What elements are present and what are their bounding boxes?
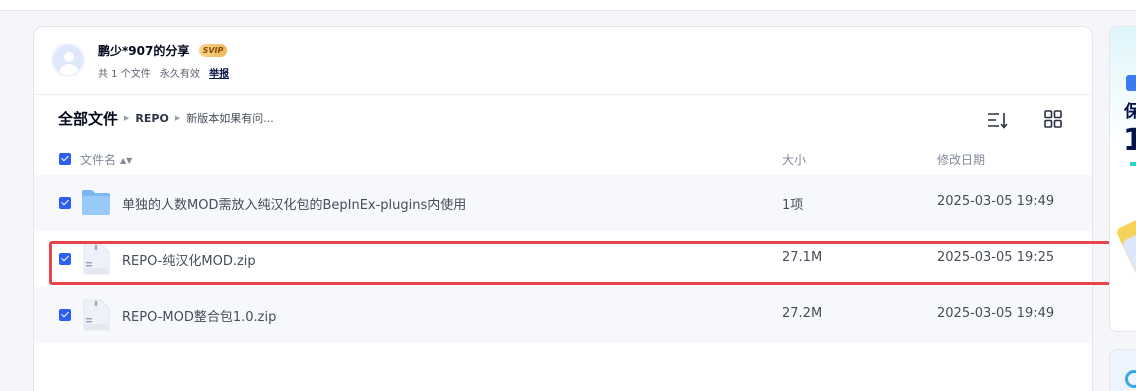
sharer-header: 鹏少*907的分享 SVIP 共 1 个文件 永久有效 举报 bbox=[34, 27, 1092, 95]
report-link[interactable]: 举报 bbox=[209, 69, 229, 80]
zip-file-icon bbox=[83, 299, 110, 331]
file-date: 2025-03-05 19:49 bbox=[937, 306, 1055, 321]
ring-icon bbox=[1125, 370, 1136, 388]
sort-icon[interactable] bbox=[987, 111, 1009, 129]
table-row[interactable]: 单独的人数MOD需放入纯汉化包的BepInEx-plugins内使用 1项 20… bbox=[34, 175, 1092, 231]
breadcrumb-item-repo[interactable]: REPO bbox=[135, 112, 168, 125]
row-checkbox[interactable] bbox=[59, 309, 71, 321]
sharer-name: 鹏少*907的分享 bbox=[98, 44, 190, 58]
column-header-date: 修改日期 bbox=[937, 153, 986, 167]
breadcrumb-separator-icon: ▶ bbox=[124, 114, 130, 122]
shield-icon bbox=[1126, 75, 1136, 91]
table-header: 文件名 ▲▼ 大小 修改日期 bbox=[34, 145, 1092, 173]
row-checkbox[interactable] bbox=[59, 197, 71, 209]
top-bar bbox=[0, 0, 1136, 11]
side-promo-text-a: 保 bbox=[1124, 97, 1136, 122]
file-size: 1项 bbox=[782, 198, 804, 213]
breadcrumb-item-current[interactable]: 新版本如果有问... bbox=[186, 110, 274, 126]
side-promo-card[interactable]: 保 1 bbox=[1109, 26, 1136, 332]
breadcrumb-separator-icon: ▶ bbox=[174, 114, 181, 122]
select-all-checkbox[interactable] bbox=[59, 153, 71, 165]
file-size: 27.2M bbox=[782, 306, 823, 321]
side-promo-text-b: 1 bbox=[1123, 123, 1136, 158]
table-row[interactable]: REPO-MOD整合包1.0.zip 27.2M 2025-03-05 19:4… bbox=[34, 287, 1092, 343]
highlight-annotation-box bbox=[49, 241, 1115, 285]
share-meta: 共 1 个文件 永久有效 举报 bbox=[98, 65, 235, 80]
file-name[interactable]: REPO-MOD整合包1.0.zip bbox=[122, 306, 276, 325]
folder-icon bbox=[82, 190, 110, 215]
share-card: 鹏少*907的分享 SVIP 共 1 个文件 永久有效 举报 全部文件 ▶ RE… bbox=[33, 26, 1093, 391]
column-header-size: 大小 bbox=[782, 153, 807, 167]
grid-view-icon[interactable] bbox=[1043, 109, 1063, 129]
sort-caret-icon[interactable]: ▲▼ bbox=[120, 156, 132, 165]
avatar bbox=[51, 43, 85, 77]
file-date: 2025-03-05 19:49 bbox=[937, 194, 1055, 209]
side-card-secondary[interactable] bbox=[1109, 349, 1136, 391]
column-header-name[interactable]: 文件名 ▲▼ bbox=[80, 151, 132, 168]
decoration-bar bbox=[1130, 162, 1136, 166]
validity: 永久有效 bbox=[159, 69, 200, 80]
file-name[interactable]: 单独的人数MOD需放入纯汉化包的BepInEx-plugins内使用 bbox=[122, 194, 466, 213]
svip-badge: SVIP bbox=[199, 44, 227, 57]
breadcrumb-root[interactable]: 全部文件 bbox=[58, 108, 118, 129]
file-count: 共 1 个文件 bbox=[98, 69, 151, 80]
breadcrumb: 全部文件 ▶ REPO ▶ 新版本如果有问... bbox=[58, 108, 274, 128]
